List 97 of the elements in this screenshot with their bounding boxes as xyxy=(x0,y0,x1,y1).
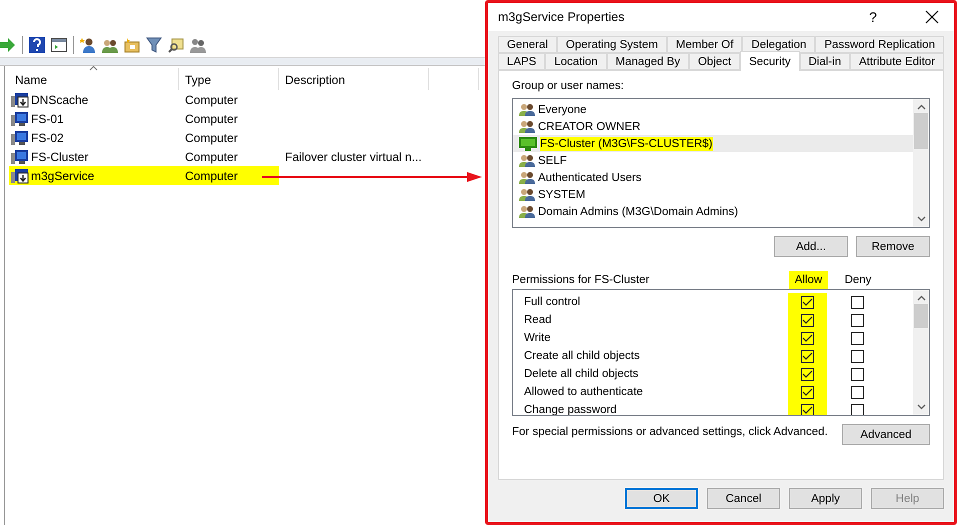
scroll-thumb[interactable] xyxy=(914,304,928,328)
checkbox[interactable] xyxy=(801,350,814,362)
permission-name: Full control xyxy=(523,296,582,308)
console-icon[interactable] xyxy=(51,37,67,53)
scrollbar[interactable] xyxy=(913,99,929,227)
computer-download-icon xyxy=(11,92,29,108)
checkbox[interactable] xyxy=(850,332,864,344)
table-cell-text: Computer xyxy=(184,92,239,108)
tab[interactable]: Security xyxy=(740,51,800,71)
users-icon xyxy=(519,204,535,218)
checkbox[interactable] xyxy=(850,350,864,362)
tab[interactable]: Location xyxy=(545,53,607,70)
object-name[interactable]: FS-01 xyxy=(9,109,179,128)
arrow-icon[interactable] xyxy=(0,37,16,53)
advanced-button[interactable]: Advanced xyxy=(842,424,930,445)
scroll-down-icon[interactable] xyxy=(916,215,926,223)
checkbox[interactable] xyxy=(850,314,864,326)
checkbox[interactable] xyxy=(801,386,814,398)
tab[interactable]: Object xyxy=(689,53,740,70)
column-header[interactable]: Name xyxy=(9,68,179,90)
tab[interactable]: Password Replication xyxy=(815,36,944,53)
table-cell-text: Failover cluster virtual n... xyxy=(284,148,423,166)
scroll-up-icon[interactable] xyxy=(916,103,926,111)
users-icon xyxy=(519,170,535,184)
help-button[interactable]: ? xyxy=(858,9,888,25)
permission-name: Create all child objects xyxy=(523,350,641,362)
help-icon[interactable] xyxy=(29,37,45,53)
scroll-down-icon[interactable] xyxy=(916,403,926,411)
table-cell-text: Computer xyxy=(184,148,239,166)
object-name[interactable]: FS-02 xyxy=(9,128,179,147)
list-item[interactable]: SYSTEM xyxy=(513,186,913,203)
tab[interactable]: LAPS xyxy=(498,53,546,70)
dialog-button[interactable]: OK xyxy=(625,488,698,509)
object-name[interactable]: DNScache xyxy=(9,90,179,109)
filter-icon[interactable] xyxy=(146,37,162,53)
section-label: Permissions for FS-Cluster xyxy=(512,273,650,288)
permission-name: Write xyxy=(523,332,552,344)
checkbox[interactable] xyxy=(801,332,814,344)
users-icon xyxy=(519,154,535,168)
new-group-icon[interactable] xyxy=(102,37,118,53)
computer-download-icon xyxy=(11,168,29,184)
checkbox[interactable] xyxy=(850,386,864,398)
find-icon[interactable] xyxy=(168,37,184,53)
tab[interactable]: Dial-in xyxy=(800,53,850,70)
tab[interactable]: Attribute Editor xyxy=(850,53,944,70)
tab[interactable]: Managed By xyxy=(606,53,690,70)
column-header[interactable]: Type xyxy=(179,68,279,90)
computer-icon xyxy=(11,130,29,146)
tab[interactable]: General xyxy=(498,36,557,53)
scroll-up-icon[interactable] xyxy=(916,294,926,302)
monitor-icon xyxy=(519,136,537,150)
checkbox[interactable] xyxy=(801,296,814,308)
users-icon xyxy=(519,102,535,116)
checkbox[interactable] xyxy=(850,368,864,380)
window-title: m3gService Properties xyxy=(498,10,626,24)
list-item[interactable]: FS-Cluster (M3G\FS-CLUSTER$) xyxy=(513,135,913,152)
new-folder-icon[interactable] xyxy=(124,37,140,53)
checkbox[interactable] xyxy=(801,368,814,380)
list-item[interactable]: Authenticated Users xyxy=(513,169,913,186)
object-name[interactable]: FS-Cluster xyxy=(9,147,179,166)
users-icon xyxy=(519,188,535,202)
scrollbar[interactable] xyxy=(913,290,929,415)
permission-name: Read xyxy=(523,314,552,326)
close-icon xyxy=(925,10,939,24)
dialog-button[interactable]: Remove xyxy=(856,236,930,257)
column-header: Allow xyxy=(789,271,828,289)
tab[interactable]: Member Of xyxy=(666,36,742,53)
sort-caret-icon xyxy=(89,65,98,71)
table-cell: Computer xyxy=(179,166,279,185)
tab[interactable]: Operating System xyxy=(556,36,667,53)
checkbox[interactable] xyxy=(850,404,864,415)
new-user-icon[interactable] xyxy=(80,37,96,53)
column-header[interactable]: Description xyxy=(279,68,429,90)
permission-name: Delete all child objects xyxy=(523,368,640,380)
list-item[interactable]: SELF xyxy=(513,152,913,169)
users-icon xyxy=(519,120,535,134)
section-label: Group or user names: xyxy=(512,80,625,94)
list-item[interactable]: Domain Admins (M3G\Domain Admins) xyxy=(513,203,913,220)
tab[interactable]: Delegation xyxy=(742,36,816,53)
table-cell-text: Computer xyxy=(184,130,239,146)
list-item[interactable]: CREATOR OWNER xyxy=(513,118,913,135)
computer-icon xyxy=(11,148,29,164)
hint-text: For special permissions or advanced settings, click Advanced. xyxy=(512,426,828,438)
checkbox[interactable] xyxy=(850,296,864,308)
dialog-button[interactable]: Apply xyxy=(789,488,862,509)
permission-name: Allowed to authenticate xyxy=(523,386,644,398)
dialog-button[interactable]: Add... xyxy=(774,236,848,257)
list-item[interactable]: Everyone xyxy=(513,101,913,118)
checkbox[interactable] xyxy=(801,404,814,415)
column-header: Deny xyxy=(844,273,872,288)
scroll-thumb[interactable] xyxy=(914,113,928,149)
checkbox[interactable] xyxy=(801,314,814,326)
computer-icon xyxy=(11,110,29,126)
object-name[interactable]: m3gService xyxy=(9,166,179,185)
users-icon[interactable] xyxy=(190,37,206,53)
dialog-button[interactable]: Cancel xyxy=(707,488,780,509)
table-cell-text: Computer xyxy=(184,110,239,128)
